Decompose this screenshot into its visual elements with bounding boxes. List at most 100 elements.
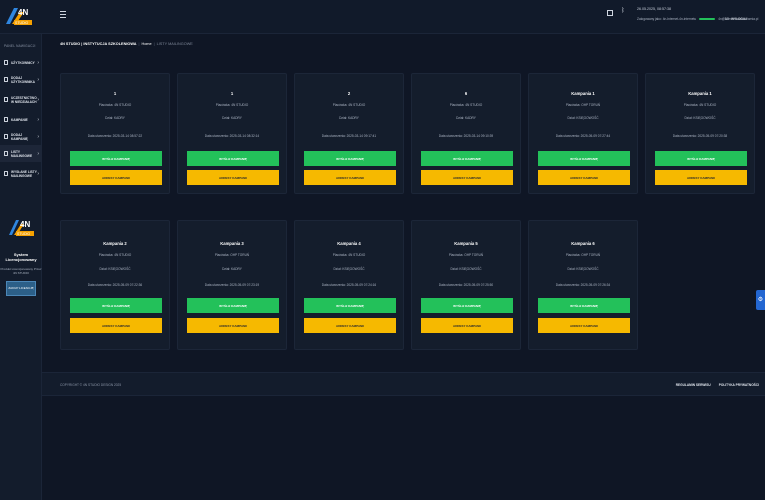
send-campaign-button[interactable]: WYŚLIJ KAMPANIĘ [538,298,630,313]
card-dzial: Dział: KSIĘGOWOŚĆ [567,116,599,120]
card-title: Kampania 6 [571,241,595,246]
send-campaign-button[interactable]: WYŚLIJ KAMPANIĘ [187,151,279,166]
card-title: Kampania 5 [454,241,478,246]
campaign-card: Kampania 4 Placówka: 4N STUDIO Dział: KSIĘ… [294,220,404,350]
chevron-right-icon: › [37,170,39,177]
send-campaign-button[interactable]: WYŚLIJ KAMPANIĘ [538,151,630,166]
campaign-card: Kampania 3 Placówka: OHP TORUŃ Dział: KADR… [177,220,287,350]
card-date: Data utworzenia: 2025-03-14 08:32:14 [204,134,260,138]
card-title: 6 [464,91,468,96]
card-date: Data utworzenia: 2025-03-14 09:10:39 [438,134,494,138]
sidebar: PANEL NAWIGACJI UŻYTKOWNICY › DODAJ UŻYT… [0,34,42,500]
card-date: Data utworzenia: 2025-05-09 07:23:19 [204,283,260,287]
sidebar-item-sent-lists[interactable]: WYSŁANE LISTY MAILINGOWE › [0,162,42,185]
footer: COPYRIGHT © 4N STUDIO DESIGN 2025 REGULA… [42,372,765,396]
card-dzial: Dział: KADRY [222,116,242,120]
card-placowka: Placówka: 4N STUDIO [332,103,366,107]
sidebar-item-campaigns[interactable]: KAMPANIE › [0,111,42,128]
privacy-link[interactable]: POLITYKA PRYWATNOŚCI [719,383,759,387]
svg-text:4N: 4N [20,220,30,229]
top-right-status: ᛒ 26.05.2025, 08:57:38 Zalogowany jako: … [607,6,758,28]
card-dzial: Dział: KSIĘGOWOŚĆ [333,267,365,271]
sidebar-item-add-campaign[interactable]: DODAJ KAMPANIĘ › [0,128,42,145]
card-date: Data utworzenia: 2025-05-09 07:27:44 [555,134,611,138]
campaign-card: 2 Placówka: 4N STUDIO Dział: KADRY Data utw… [294,73,404,194]
sidebar-item-label: KAMPANIE [11,117,28,122]
send-campaign-button[interactable]: WYŚLIJ KAMPANIĘ [304,298,396,313]
chevron-right-icon: › [37,150,39,157]
sidebar-item-label: WYSŁANE LISTY MAILINGOWE [11,169,37,178]
campaign-recipients-button[interactable]: ADRESY KAMPANII [70,318,162,333]
sidebar-item-label: UŻYTKOWNICY [11,60,35,65]
card-title: 1 [230,91,234,96]
card-dzial: Dział: KSIĘGOWOŚĆ [99,267,131,271]
buy-license-button[interactable]: ZAKUP LICENCJĘ [6,281,36,296]
license-promo: 4N STUDIO System Licencjonowany Produkt … [0,217,42,296]
campaign-card: 6 Placówka: 4N STUDIO Dział: KADRY Data utw… [411,73,521,194]
logout-button[interactable]: WYLOGUJ [731,17,747,21]
campaign-recipients-button[interactable]: ADRESY KAMPANII [187,318,279,333]
campaign-recipients-button[interactable]: ADRESY KAMPANII [421,318,513,333]
chevron-right-icon: › [37,59,39,66]
breadcrumb-home-link[interactable]: Home [141,42,151,46]
bluetooth-icon[interactable]: ᛒ [621,8,625,14]
card-dzial: Dział: KSIĘGOWOŚĆ [567,267,599,271]
logo-4n-studio[interactable]: 4N STUDIO [4,4,34,28]
campaign-recipients-button[interactable]: ADRESY KAMPANII [538,170,630,185]
card-placowka: Placówka: 4N STUDIO [449,103,483,107]
send-campaign-button[interactable]: WYŚLIJ KAMPANIĘ [70,151,162,166]
campaign-recipients-button[interactable]: ADRESY KAMPANII [304,170,396,185]
sidebar-item-label: LISTY MAILINGOWE [11,149,33,158]
logo-4n-studio: 4N STUDIO [9,220,34,236]
campaign-card: Kampania 1 Placówka: 4N STUDIO Dział: KSIĘ… [645,73,755,194]
campaign-recipients-button[interactable]: ADRESY KAMPANII [70,170,162,185]
sidebar-item-label: DODAJ UŻYTKOWNIKA [11,75,35,84]
breadcrumb-org: 4N STUDIO | INSTYTUCJA SZKOLENIOWA [60,42,137,46]
footer-copyright: COPYRIGHT © 4N STUDIO DESIGN 2025 [60,383,122,387]
chevron-right-icon: › [37,96,39,103]
send-campaign-button[interactable]: WYŚLIJ KAMPANIĘ [304,151,396,166]
breadcrumb: 4N STUDIO | INSTYTUCJA SZKOLENIOWA | Hom… [60,42,193,46]
card-dzial: Dział: KADRY [222,267,242,271]
card-dzial: Dział: KADRY [339,116,359,120]
group-icon [4,97,8,102]
card-dzial: Dział: KADRY [105,116,125,120]
hamburger-icon[interactable] [60,11,66,19]
expand-icon[interactable] [607,10,613,16]
send-campaign-button[interactable]: WYŚLIJ KAMPANIĘ [421,151,513,166]
card-placowka: Placówka: 4N STUDIO [98,253,132,257]
gear-icon[interactable]: ⚙ [756,290,765,310]
campaign-recipients-button[interactable]: ADRESY KAMPANII [421,170,513,185]
breadcrumb-current: LISTY MAILINGOWE [156,42,193,46]
sidebar-item-users[interactable]: UŻYTKOWNICY › [0,54,42,71]
datetime: 26.05.2025, 08:57:38 [637,7,671,11]
footer-links: REGULAMIN SERWISU POLITYKA PRYWATNOŚCI [676,383,759,387]
sidebar-nav: UŻYTKOWNICY › DODAJ UŻYTKOWNIKA › UCZEST… [0,54,42,185]
campaign-recipients-button[interactable]: ADRESY KAMPANII [655,170,747,185]
card-placowka: Placówka: OHP TORUŃ [565,253,601,257]
card-title: Kampania 1 [688,91,712,96]
check-icon: ☑ [725,16,729,21]
card-dzial: Dział: KADRY [456,116,476,120]
campaign-card: 1 Placówka: 4N STUDIO Dział: KADRY Data utw… [177,73,287,194]
plus-icon [4,134,8,139]
terms-link[interactable]: REGULAMIN SERWISU [676,383,711,387]
card-title: Kampania 4 [337,241,361,246]
send-campaign-button[interactable]: WYŚLIJ KAMPANIĘ [187,298,279,313]
card-dzial: Dział: KSIĘGOWOŚĆ [684,116,716,120]
campaign-card: Kampania 1 Placówka: OHP TORUŃ Dział: KSIĘ… [528,73,638,194]
campaign-recipients-button[interactable]: ADRESY KAMPANII [538,318,630,333]
sidebar-item-add-user[interactable]: DODAJ UŻYTKOWNIKA › [0,71,42,88]
sidebar-item-participation[interactable]: UCZESTNICTWO W NIEDZIAŁACH › [0,88,42,111]
send-campaign-button[interactable]: WYŚLIJ KAMPANIĘ [655,151,747,166]
card-placowka: Placówka: 4N STUDIO [98,103,132,107]
sidebar-item-mailing-lists[interactable]: LISTY MAILINGOWE › [0,145,42,162]
chevron-right-icon: › [37,116,39,123]
send-campaign-button[interactable]: WYŚLIJ KAMPANIĘ [421,298,513,313]
campaign-recipients-button[interactable]: ADRESY KAMPANII [187,170,279,185]
campaign-card: Kampania 5 Placówka: OHP TORUŃ Dział: KSIĘ… [411,220,521,350]
send-campaign-button[interactable]: WYŚLIJ KAMPANIĘ [70,298,162,313]
promo-subtitle: Produkt Licencjonowany Przez 4N STUDIO [0,267,42,275]
campaign-recipients-button[interactable]: ADRESY KAMPANII [304,318,396,333]
promo-title: System Licencjonowany [5,252,37,262]
